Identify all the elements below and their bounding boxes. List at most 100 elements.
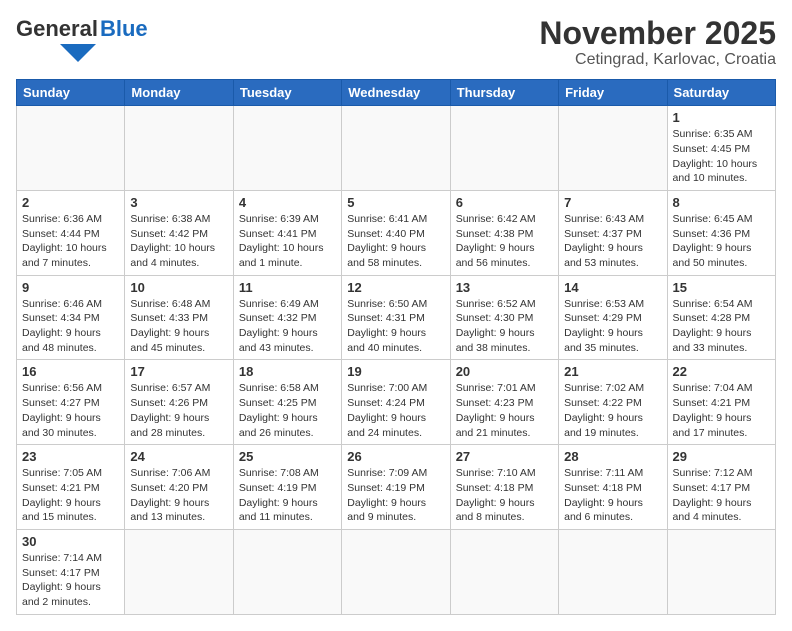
- day-number: 30: [22, 534, 119, 549]
- day-number: 9: [22, 280, 119, 295]
- day-number: 7: [564, 195, 661, 210]
- day-number: 16: [22, 364, 119, 379]
- day-info: Sunrise: 7:08 AM Sunset: 4:19 PM Dayligh…: [239, 466, 336, 525]
- calendar-table: Sunday Monday Tuesday Wednesday Thursday…: [16, 79, 776, 615]
- logo-blue-text: Blue: [100, 16, 148, 42]
- calendar-day-cell: 23Sunrise: 7:05 AM Sunset: 4:21 PM Dayli…: [17, 445, 125, 530]
- header-saturday: Saturday: [667, 80, 775, 106]
- calendar-empty-cell: [450, 106, 558, 191]
- calendar-empty-cell: [233, 106, 341, 191]
- day-info: Sunrise: 6:56 AM Sunset: 4:27 PM Dayligh…: [22, 381, 119, 440]
- day-info: Sunrise: 6:57 AM Sunset: 4:26 PM Dayligh…: [130, 381, 227, 440]
- calendar-empty-cell: [342, 106, 450, 191]
- header-monday: Monday: [125, 80, 233, 106]
- calendar-day-cell: 17 Sunrise: 6:57 AM Sunset: 4:26 PM Dayli…: [125, 360, 233, 445]
- calendar-month-year: November 2025: [539, 16, 776, 51]
- calendar-day-cell: 30 Sunrise: 7:14 AM Sunset: 4:17 PM Dayli…: [17, 529, 125, 614]
- day-number: 13: [456, 280, 553, 295]
- calendar-week-row: 16 Sunrise: 6:56 AM Sunset: 4:27 PM Dayli…: [17, 360, 776, 445]
- day-info: Sunrise: 6:36 AM Sunset: 4:44 PM Dayligh…: [22, 212, 119, 271]
- day-info: Sunrise: 7:09 AM Sunset: 4:19 PM Dayligh…: [347, 466, 444, 525]
- day-number: 24: [130, 449, 227, 464]
- day-number: 18: [239, 364, 336, 379]
- calendar-day-cell: 19Sunrise: 7:00 AM Sunset: 4:24 PM Dayli…: [342, 360, 450, 445]
- day-info: Sunrise: 7:04 AM Sunset: 4:21 PM Dayligh…: [673, 381, 770, 440]
- calendar-empty-cell: [342, 529, 450, 614]
- logo-triangle-icon: [60, 44, 96, 62]
- day-number: 2: [22, 195, 119, 210]
- header-thursday: Thursday: [450, 80, 558, 106]
- day-number: 10: [130, 280, 227, 295]
- day-info: Sunrise: 7:14 AM Sunset: 4:17 PM Dayligh…: [22, 551, 119, 610]
- day-info: Sunrise: 7:10 AM Sunset: 4:18 PM Dayligh…: [456, 466, 553, 525]
- calendar-day-cell: 5Sunrise: 6:41 AM Sunset: 4:40 PM Daylig…: [342, 190, 450, 275]
- calendar-day-cell: 18 Sunrise: 6:58 AM Sunset: 4:25 PM Dayli…: [233, 360, 341, 445]
- calendar-empty-cell: [450, 529, 558, 614]
- day-number: 19: [347, 364, 444, 379]
- day-info: Sunrise: 6:45 AM Sunset: 4:36 PM Dayligh…: [673, 212, 770, 271]
- day-number: 11: [239, 280, 336, 295]
- calendar-week-row: 9 Sunrise: 6:46 AM Sunset: 4:34 PM Daylig…: [17, 275, 776, 360]
- calendar-empty-cell: [559, 529, 667, 614]
- day-number: 15: [673, 280, 770, 295]
- calendar-empty-cell: [125, 529, 233, 614]
- day-number: 17: [130, 364, 227, 379]
- calendar-day-cell: 28 Sunrise: 7:11 AM Sunset: 4:18 PM Dayli…: [559, 445, 667, 530]
- day-info: Sunrise: 6:53 AM Sunset: 4:29 PM Dayligh…: [564, 297, 661, 356]
- calendar-day-cell: 2 Sunrise: 6:36 AM Sunset: 4:44 PM Daylig…: [17, 190, 125, 275]
- day-number: 28: [564, 449, 661, 464]
- day-info: Sunrise: 6:52 AM Sunset: 4:30 PM Dayligh…: [456, 297, 553, 356]
- day-number: 6: [456, 195, 553, 210]
- calendar-day-cell: 4 Sunrise: 6:39 AM Sunset: 4:41 PM Daylig…: [233, 190, 341, 275]
- day-info: Sunrise: 7:12 AM Sunset: 4:17 PM Dayligh…: [673, 466, 770, 525]
- day-number: 29: [673, 449, 770, 464]
- calendar-week-row: 1Sunrise: 6:35 AM Sunset: 4:45 PM Daylig…: [17, 106, 776, 191]
- calendar-day-cell: 6 Sunrise: 6:42 AM Sunset: 4:38 PM Daylig…: [450, 190, 558, 275]
- day-info: Sunrise: 6:39 AM Sunset: 4:41 PM Dayligh…: [239, 212, 336, 271]
- day-info: Sunrise: 6:48 AM Sunset: 4:33 PM Dayligh…: [130, 297, 227, 356]
- day-number: 26: [347, 449, 444, 464]
- day-info: Sunrise: 7:02 AM Sunset: 4:22 PM Dayligh…: [564, 381, 661, 440]
- calendar-empty-cell: [125, 106, 233, 191]
- day-number: 20: [456, 364, 553, 379]
- calendar-day-cell: 22Sunrise: 7:04 AM Sunset: 4:21 PM Dayli…: [667, 360, 775, 445]
- day-number: 12: [347, 280, 444, 295]
- day-info: Sunrise: 6:50 AM Sunset: 4:31 PM Dayligh…: [347, 297, 444, 356]
- day-number: 8: [673, 195, 770, 210]
- calendar-day-cell: 20Sunrise: 7:01 AM Sunset: 4:23 PM Dayli…: [450, 360, 558, 445]
- header-wednesday: Wednesday: [342, 80, 450, 106]
- calendar-empty-cell: [233, 529, 341, 614]
- calendar-empty-cell: [559, 106, 667, 191]
- calendar-day-cell: 21 Sunrise: 7:02 AM Sunset: 4:22 PM Dayli…: [559, 360, 667, 445]
- calendar-day-cell: 25 Sunrise: 7:08 AM Sunset: 4:19 PM Dayli…: [233, 445, 341, 530]
- calendar-day-cell: 13 Sunrise: 6:52 AM Sunset: 4:30 PM Dayli…: [450, 275, 558, 360]
- day-info: Sunrise: 6:41 AM Sunset: 4:40 PM Dayligh…: [347, 212, 444, 271]
- calendar-week-row: 30 Sunrise: 7:14 AM Sunset: 4:17 PM Dayli…: [17, 529, 776, 614]
- day-info: Sunrise: 7:05 AM Sunset: 4:21 PM Dayligh…: [22, 466, 119, 525]
- day-info: Sunrise: 6:42 AM Sunset: 4:38 PM Dayligh…: [456, 212, 553, 271]
- day-info: Sunrise: 7:06 AM Sunset: 4:20 PM Dayligh…: [130, 466, 227, 525]
- day-info: Sunrise: 6:43 AM Sunset: 4:37 PM Dayligh…: [564, 212, 661, 271]
- page-header: General Blue November 2025 Cetingrad, Ka…: [16, 16, 776, 69]
- calendar-location: Cetingrad, Karlovac, Croatia: [539, 51, 776, 69]
- day-number: 14: [564, 280, 661, 295]
- calendar-day-cell: 15Sunrise: 6:54 AM Sunset: 4:28 PM Dayli…: [667, 275, 775, 360]
- calendar-day-cell: 16 Sunrise: 6:56 AM Sunset: 4:27 PM Dayli…: [17, 360, 125, 445]
- calendar-day-cell: 10 Sunrise: 6:48 AM Sunset: 4:33 PM Dayli…: [125, 275, 233, 360]
- day-number: 21: [564, 364, 661, 379]
- day-info: Sunrise: 7:11 AM Sunset: 4:18 PM Dayligh…: [564, 466, 661, 525]
- calendar-day-cell: 29 Sunrise: 7:12 AM Sunset: 4:17 PM Dayli…: [667, 445, 775, 530]
- calendar-day-cell: 26 Sunrise: 7:09 AM Sunset: 4:19 PM Dayli…: [342, 445, 450, 530]
- day-number: 4: [239, 195, 336, 210]
- day-info: Sunrise: 6:46 AM Sunset: 4:34 PM Dayligh…: [22, 297, 119, 356]
- calendar-day-cell: 24 Sunrise: 7:06 AM Sunset: 4:20 PM Dayli…: [125, 445, 233, 530]
- calendar-day-cell: 9 Sunrise: 6:46 AM Sunset: 4:34 PM Daylig…: [17, 275, 125, 360]
- calendar-day-cell: 11Sunrise: 6:49 AM Sunset: 4:32 PM Dayli…: [233, 275, 341, 360]
- day-info: Sunrise: 6:58 AM Sunset: 4:25 PM Dayligh…: [239, 381, 336, 440]
- day-number: 1: [673, 110, 770, 125]
- calendar-week-row: 23Sunrise: 7:05 AM Sunset: 4:21 PM Dayli…: [17, 445, 776, 530]
- weekday-header-row: Sunday Monday Tuesday Wednesday Thursday…: [17, 80, 776, 106]
- day-number: 25: [239, 449, 336, 464]
- calendar-day-cell: 12 Sunrise: 6:50 AM Sunset: 4:31 PM Dayli…: [342, 275, 450, 360]
- calendar-empty-cell: [667, 529, 775, 614]
